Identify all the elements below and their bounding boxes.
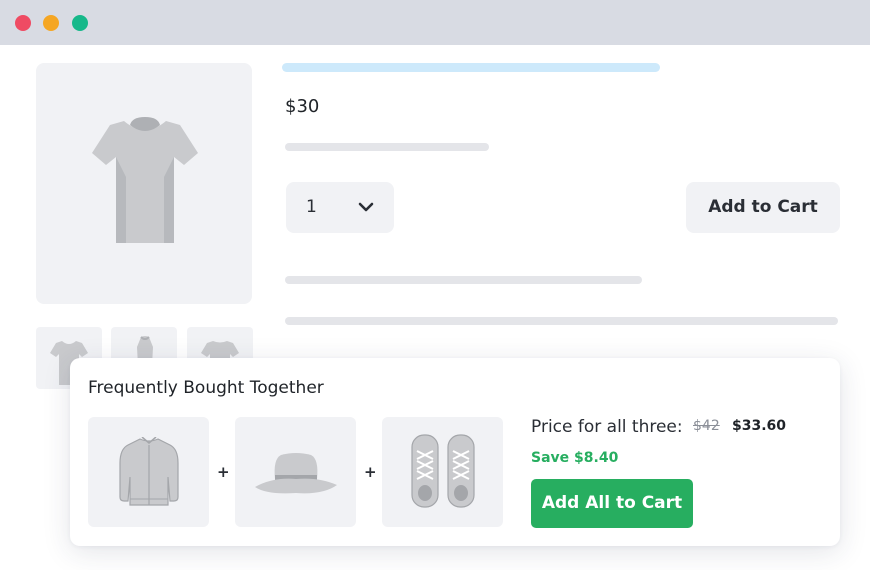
- bundle-old-price: $42: [693, 418, 720, 434]
- tshirt-icon: [92, 117, 198, 243]
- chevron-down-icon: [358, 202, 374, 212]
- add-to-cart-button[interactable]: Add to Cart: [686, 182, 840, 233]
- maximize-window-button[interactable]: [72, 15, 88, 31]
- frequently-bought-together-panel: Frequently Bought Together + + Price for…: [70, 358, 840, 546]
- bundle-price-label: Price for all three:: [531, 417, 683, 437]
- bundle-item-sneakers[interactable]: [382, 417, 503, 527]
- close-window-button[interactable]: [15, 15, 31, 31]
- add-all-to-cart-button[interactable]: Add All to Cart: [531, 479, 693, 528]
- bundle-item-hat[interactable]: [235, 417, 356, 527]
- minimize-window-button[interactable]: [43, 15, 59, 31]
- bundle-item-jacket[interactable]: [88, 417, 209, 527]
- product-price: $30: [285, 96, 320, 117]
- bundle-new-price: $33.60: [732, 418, 787, 434]
- quantity-value: 1: [306, 197, 317, 217]
- bundle-savings: Save $8.40: [531, 450, 619, 466]
- text-placeholder-line: [285, 276, 642, 284]
- sneakers-icon: [411, 434, 475, 508]
- quantity-select[interactable]: 1: [286, 182, 394, 233]
- product-title-placeholder: [282, 63, 660, 72]
- jacket-icon: [119, 437, 179, 506]
- hat-icon: [255, 453, 337, 494]
- window-titlebar: [0, 0, 870, 45]
- plus-sign: +: [364, 463, 377, 481]
- plus-sign: +: [217, 463, 230, 481]
- product-main-image[interactable]: [36, 63, 252, 304]
- text-placeholder-line: [285, 143, 489, 151]
- text-placeholder-line: [285, 317, 838, 325]
- bundle-title: Frequently Bought Together: [88, 378, 324, 398]
